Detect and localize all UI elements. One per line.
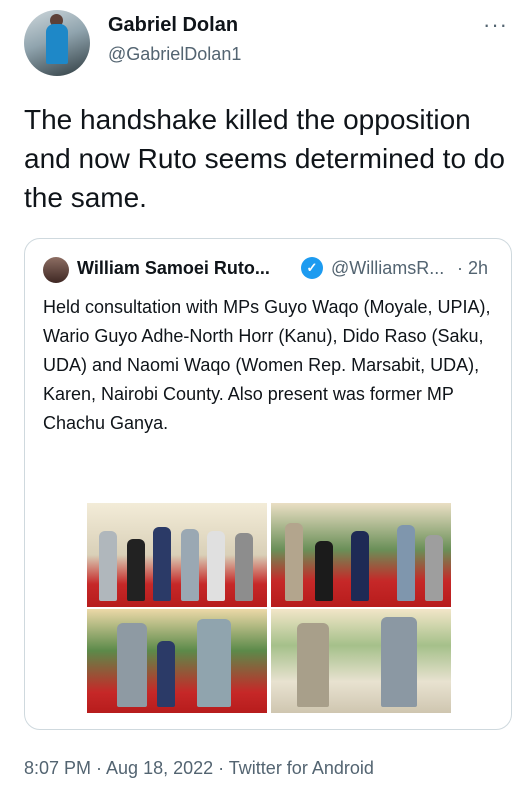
quoted-author-handle[interactable]: @WilliamsR... bbox=[331, 258, 444, 279]
quoted-timestamp[interactable]: · 2h bbox=[457, 258, 488, 279]
verified-badge-icon: ✓ bbox=[301, 257, 323, 279]
tweet-meta[interactable]: 8:07 PM · Aug 18, 2022 · Twitter for And… bbox=[24, 758, 374, 779]
quoted-tweet-card[interactable]: William Samoei Ruto... ✓ @WilliamsR... ·… bbox=[24, 238, 512, 730]
quoted-tweet-text: Held consultation with MPs Guyo Waqo (Mo… bbox=[43, 297, 491, 433]
quoted-photo-1[interactable] bbox=[87, 503, 267, 607]
photo-person-shape bbox=[99, 531, 117, 601]
photo-person-shape bbox=[153, 527, 171, 601]
author-handle[interactable]: @GabrielDolan1 bbox=[108, 44, 241, 65]
avatar-figure-shape bbox=[46, 24, 68, 64]
quoted-photo-4[interactable] bbox=[271, 609, 451, 713]
photo-person-shape bbox=[207, 531, 225, 601]
photo-person-shape bbox=[381, 617, 417, 707]
photo-person-shape bbox=[425, 535, 443, 601]
photo-person-shape bbox=[127, 539, 145, 601]
ellipsis-icon[interactable]: ··· bbox=[483, 12, 508, 38]
quoted-author-avatar[interactable] bbox=[43, 257, 69, 283]
photo-person-shape bbox=[181, 529, 199, 601]
quoted-photo-2[interactable] bbox=[271, 503, 451, 607]
tweet-text: The handshake killed the opposition and … bbox=[24, 104, 505, 213]
photo-person-shape bbox=[297, 623, 329, 707]
photo-person-shape bbox=[285, 523, 303, 601]
photo-person-shape bbox=[117, 623, 147, 707]
photo-person-shape bbox=[315, 541, 333, 601]
author-avatar[interactable] bbox=[24, 10, 90, 76]
photo-person-shape bbox=[197, 619, 231, 707]
photo-person-shape bbox=[351, 531, 369, 601]
author-name[interactable]: Gabriel Dolan bbox=[108, 14, 238, 37]
quoted-author-name[interactable]: William Samoei Ruto... bbox=[77, 258, 270, 279]
photo-person-shape bbox=[235, 533, 253, 601]
photo-person-shape bbox=[397, 525, 415, 601]
photo-person-shape bbox=[157, 641, 175, 707]
quoted-photo-3[interactable] bbox=[87, 609, 267, 713]
